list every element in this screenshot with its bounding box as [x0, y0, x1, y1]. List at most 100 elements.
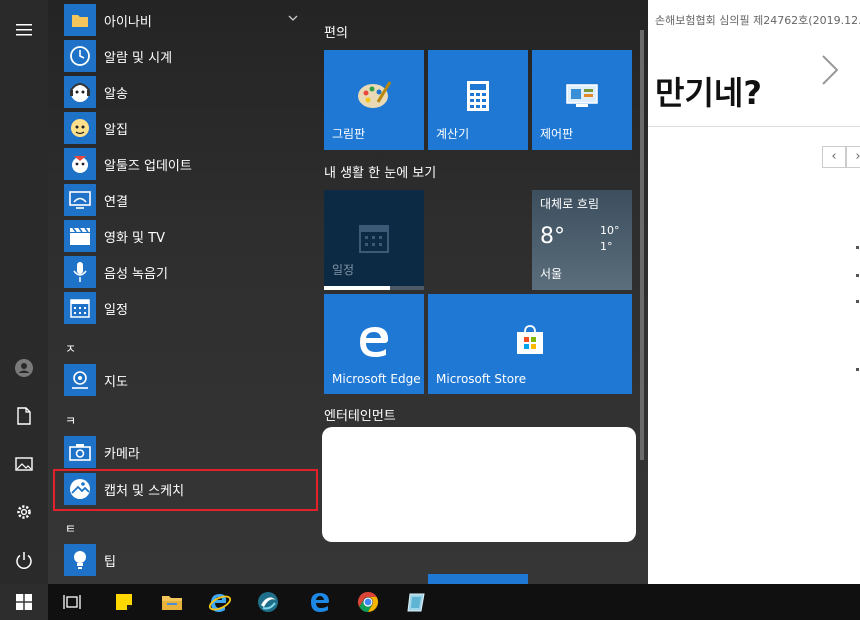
tile-entertainment-folder[interactable] — [322, 427, 636, 542]
tile-calendar[interactable]: 일정 — [324, 190, 424, 290]
app-label: 영화 및 TV — [104, 230, 165, 246]
selection-highlight-box — [53, 469, 318, 511]
tile-control-panel[interactable]: 제어판 — [532, 50, 632, 150]
pictures-icon[interactable] — [0, 442, 48, 486]
store-bag-icon — [517, 325, 543, 354]
browser-swirl-button[interactable] — [244, 584, 292, 620]
app-item-voice-recorder[interactable]: 음성 녹음기 — [64, 254, 318, 290]
user-icon[interactable] — [0, 346, 48, 390]
tile-microsoft-edge[interactable]: Microsoft Edge — [324, 294, 424, 394]
app-label: 알집 — [104, 122, 128, 138]
calendar-icon — [359, 225, 389, 253]
bullet — [856, 274, 859, 277]
task-view-icon — [63, 595, 81, 609]
section-header-t[interactable]: ㅌ — [65, 520, 76, 537]
sticky-notes-icon — [116, 594, 132, 610]
group-title-convenience[interactable]: 편의 — [324, 22, 348, 41]
document-icon[interactable] — [0, 394, 48, 438]
app-item-tips[interactable]: 팁 — [64, 542, 318, 578]
bullet — [856, 300, 859, 303]
alzip-icon — [64, 112, 96, 144]
hamburger-icon[interactable] — [0, 8, 48, 52]
app-item-movies-tv[interactable]: 영화 및 TV — [64, 218, 318, 254]
app-label: 알람 및 시계 — [104, 50, 173, 66]
app-label: 알송 — [104, 86, 128, 102]
microphone-icon — [64, 256, 96, 288]
ad-headline: 만기네? — [655, 74, 762, 112]
section-header-j[interactable]: ㅈ — [65, 340, 76, 357]
pinned-app-button[interactable] — [392, 584, 440, 620]
progress-fill — [324, 286, 390, 290]
folder-icon — [162, 596, 182, 610]
bullet — [856, 246, 859, 249]
weather-temperature: 8° — [540, 224, 565, 249]
section-header-k[interactable]: ㅋ — [65, 412, 76, 429]
app-label: 아이나비 — [104, 14, 152, 30]
tile-partial[interactable] — [428, 574, 528, 584]
calendar-icon — [64, 292, 96, 324]
app-item-maps[interactable]: 지도 — [64, 362, 318, 398]
tile-label: 제어판 — [540, 127, 574, 141]
tile-label: Microsoft Edge — [332, 372, 421, 386]
taskbar — [0, 584, 860, 620]
file-explorer-button[interactable] — [148, 584, 196, 620]
lightbulb-icon — [64, 544, 96, 576]
tiles-scrollbar[interactable] — [640, 30, 644, 460]
clapperboard-icon — [64, 220, 96, 252]
edge-icon — [360, 327, 389, 357]
app-item-connect[interactable]: 연결 — [64, 182, 318, 218]
group-title-entertainment[interactable]: 엔터테인먼트 — [324, 405, 396, 424]
next-page-button[interactable]: › — [846, 146, 860, 168]
weather-condition: 대체로 흐림 — [540, 197, 600, 211]
map-pin-icon — [64, 364, 96, 396]
app-label: 지도 — [104, 374, 128, 390]
tile-microsoft-store[interactable]: Microsoft Store — [428, 294, 632, 394]
tile-weather[interactable]: 대체로 흐림 8° 10° 1° 서울 — [532, 190, 632, 290]
internet-explorer-button[interactable] — [196, 584, 244, 620]
altools-icon — [64, 148, 96, 180]
windows-logo-icon — [16, 594, 32, 610]
alsong-icon — [64, 76, 96, 108]
next-arrow-icon[interactable] — [814, 52, 844, 88]
tile-label: 그림판 — [332, 127, 366, 141]
start-menu: 아이나비 알람 및 시계 알송 알집 알툴즈 업데이트 연결 영화 및 TV 음… — [0, 0, 648, 584]
ad-approval-text: 손해보험협회 심의필 제24762호(2019.12.02) — [655, 14, 860, 27]
app-label: 알툴즈 업데이트 — [104, 158, 192, 174]
app-item-alsong[interactable]: 알송 — [64, 74, 318, 110]
bullet — [856, 368, 859, 371]
task-view-button[interactable] — [48, 584, 96, 620]
glass-app-icon — [407, 593, 425, 612]
start-button[interactable] — [0, 584, 48, 620]
paint-palette-icon — [358, 81, 392, 108]
group-title-life-at-a-glance[interactable]: 내 생활 한 눈에 보기 — [324, 162, 436, 181]
chrome-icon — [357, 591, 379, 613]
app-item-alarms[interactable]: 알람 및 시계 — [64, 38, 318, 74]
weather-city: 서울 — [540, 267, 563, 281]
edge-icon — [311, 593, 329, 612]
tile-paint[interactable]: 그림판 — [324, 50, 424, 150]
sticky-notes-button[interactable] — [100, 584, 148, 620]
app-label: 일정 — [104, 302, 128, 318]
app-item-calendar[interactable]: 일정 — [64, 290, 318, 326]
power-icon[interactable] — [0, 538, 48, 582]
app-item-alzip[interactable]: 알집 — [64, 110, 318, 146]
chrome-button[interactable] — [344, 584, 392, 620]
clock-icon — [64, 40, 96, 72]
edge-button[interactable] — [296, 584, 344, 620]
app-item-inavi[interactable]: 아이나비 — [64, 2, 318, 38]
prev-page-button[interactable]: ‹ — [822, 146, 846, 168]
settings-icon[interactable] — [0, 490, 48, 534]
calculator-icon — [467, 81, 489, 111]
tile-calculator[interactable]: 계산기 — [428, 50, 528, 150]
app-label: 카메라 — [104, 446, 140, 462]
chevron-down-icon[interactable] — [288, 15, 298, 23]
tile-label: 계산기 — [436, 127, 470, 141]
app-label: 팁 — [104, 554, 116, 570]
progress-track — [324, 286, 424, 290]
start-rail — [0, 0, 48, 584]
control-panel-icon — [566, 84, 598, 107]
app-item-altools-update[interactable]: 알툴즈 업데이트 — [64, 146, 318, 182]
swirl-browser-icon — [258, 592, 278, 612]
tile-label: 일정 — [332, 263, 355, 277]
app-item-camera[interactable]: 카메라 — [64, 434, 318, 470]
